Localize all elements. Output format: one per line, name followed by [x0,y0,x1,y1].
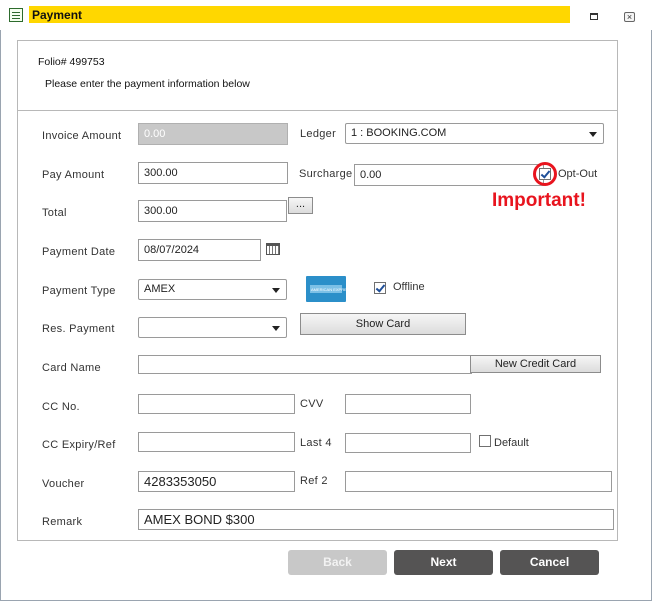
instructions-text: Please enter the payment information bel… [45,78,250,90]
chevron-down-icon [589,132,597,137]
total-field: 300.00 [138,200,287,222]
payment-type-label: Payment Type [42,285,116,297]
payment-date-field[interactable]: 08/07/2024 [138,239,261,261]
voucher-field[interactable]: 4283353050 [138,471,295,492]
close-icon[interactable]: × [624,12,635,22]
ledger-select[interactable]: 1 : BOOKING.COM [345,123,604,144]
payment-type-select[interactable]: AMEX [138,279,287,300]
title-highlight [29,6,570,23]
amex-card-logo: AMERICAN EXPRESS [306,276,352,302]
last4-field[interactable] [345,433,471,453]
default-checkbox[interactable] [479,435,491,447]
header-divider [17,110,618,111]
opt-out-checkbox[interactable] [539,168,551,180]
cvv-label: CVV [300,398,324,410]
cancel-button[interactable]: Cancel [500,550,599,575]
surcharge-field[interactable]: 0.00 [354,164,544,186]
card-name-field[interactable] [138,355,472,374]
next-button[interactable]: Next [394,550,493,575]
offline-checkbox[interactable] [374,282,386,294]
amex-logo-text: AMERICAN EXPRESS [311,287,353,292]
res-payment-select[interactable] [138,317,287,338]
remark-label: Remark [42,516,83,528]
total-label: Total [42,207,67,219]
ledger-label: Ledger [300,128,337,140]
cvv-field[interactable] [345,394,471,414]
last4-label: Last 4 [300,437,332,449]
folio-number: Folio# 499753 [38,56,105,68]
window-title: Payment [32,8,83,22]
remark-field[interactable]: AMEX BOND $300 [138,509,614,530]
payment-type-value: AMEX [144,283,176,295]
ref2-label: Ref 2 [300,475,328,487]
chevron-down-icon [272,326,280,331]
payment-date-label: Payment Date [42,246,116,258]
cc-no-field[interactable] [138,394,295,414]
calendar-icon[interactable] [266,243,280,255]
opt-out-label: Opt-Out [558,168,598,180]
pay-amount-field[interactable]: 300.00 [138,162,288,184]
total-details-button[interactable]: ... [288,197,313,214]
res-payment-label: Res. Payment [42,323,115,335]
ledger-value: 1 : BOOKING.COM [351,127,447,139]
cc-expiry-field[interactable] [138,432,295,452]
chevron-down-icon [272,288,280,293]
surcharge-label: Surcharge [299,168,353,180]
offline-label: Offline [393,281,425,293]
new-credit-card-button[interactable]: New Credit Card [470,355,601,373]
important-note: Important! [492,190,586,211]
show-card-button[interactable]: Show Card [300,313,466,335]
maximize-icon[interactable] [590,13,598,20]
ref2-field[interactable] [345,471,612,492]
voucher-label: Voucher [42,478,85,490]
title-bar: Payment × [0,0,652,30]
card-name-label: Card Name [42,362,101,374]
cc-expiry-label: CC Expiry/Ref [42,439,116,451]
cc-no-label: CC No. [42,401,80,413]
invoice-amount-label: Invoice Amount [42,130,122,142]
invoice-amount-field: 0.00 [138,123,288,145]
form-icon [9,8,23,22]
pay-amount-label: Pay Amount [42,169,105,181]
default-label: Default [494,437,529,449]
back-button[interactable]: Back [288,550,387,575]
